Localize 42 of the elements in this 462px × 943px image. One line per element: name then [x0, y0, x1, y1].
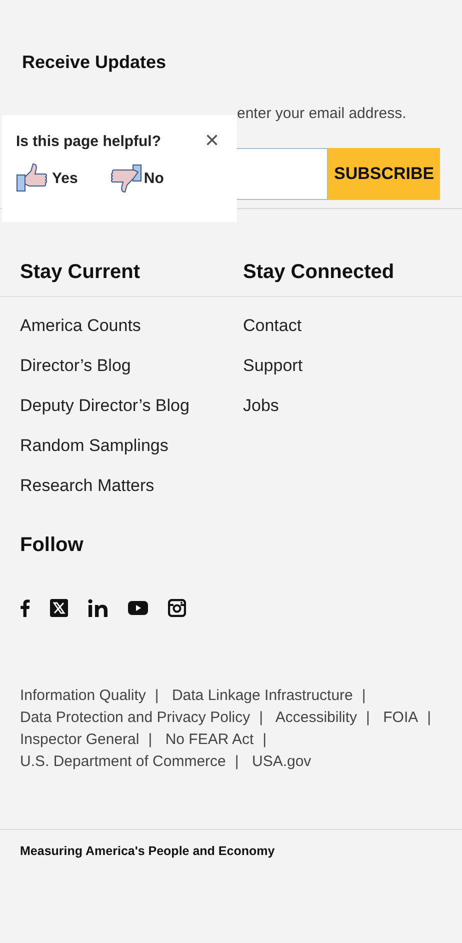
youtube-icon[interactable] — [128, 601, 148, 615]
feedback-option[interactable]: Yes — [16, 163, 78, 193]
footer-link[interactable]: Random Samplings — [20, 435, 221, 456]
tagline: Measuring America's People and Economy — [20, 844, 275, 858]
description-text: enter your email address. — [237, 105, 408, 122]
column-heading: Stay Current — [20, 261, 142, 285]
footer-link[interactable]: U.S. Department of Commerce — [20, 753, 226, 770]
separator: | — [154, 687, 159, 704]
instagram-icon[interactable] — [168, 599, 186, 617]
footer-link[interactable]: Accessibility — [275, 709, 358, 726]
footer-link[interactable]: Director’s Blog — [20, 355, 221, 376]
thumbs-up-icon — [16, 163, 50, 193]
x-icon[interactable] — [50, 599, 68, 617]
separator: | — [148, 731, 152, 748]
column-heading: Stay Connected — [243, 261, 396, 285]
section-heading: Receive Updates — [22, 52, 168, 73]
footer-link[interactable]: Support — [243, 355, 462, 376]
footer-link[interactable]: Jobs — [243, 395, 462, 416]
linkedin-icon[interactable] — [88, 599, 108, 617]
follow-heading: Follow — [20, 534, 84, 557]
facebook-icon[interactable] — [20, 599, 30, 617]
feedback-option[interactable]: No — [108, 163, 164, 193]
footer-link[interactable]: Inspector General — [20, 731, 140, 748]
footer-link[interactable]: Data Protection and Privacy Policy — [20, 709, 250, 726]
separator: | — [262, 731, 267, 748]
footer-link[interactable]: Data Linkage Infrastructure — [172, 687, 353, 704]
footer-link[interactable]: Information Quality — [20, 687, 146, 704]
footer-link[interactable]: No FEAR Act — [165, 731, 254, 748]
footer-link[interactable]: USA.gov — [252, 753, 312, 770]
separator: | — [259, 709, 264, 726]
close-button[interactable]: × — [200, 131, 223, 151]
footer-link[interactable]: Contact — [243, 315, 462, 336]
footer-link[interactable]: Research Matters — [20, 475, 221, 496]
subscribe-button[interactable]: SUBSCRIBE — [328, 148, 440, 200]
feedback-question: Is this page helpful? — [16, 132, 162, 150]
footer-link[interactable]: Deputy Director’s Blog — [20, 395, 221, 416]
separator: | — [362, 687, 366, 704]
separator: | — [234, 753, 239, 770]
footer-link[interactable]: America Counts — [20, 315, 221, 336]
separator: | — [427, 709, 432, 726]
separator: | — [366, 709, 370, 726]
footer-link[interactable]: FOIA — [383, 709, 418, 726]
